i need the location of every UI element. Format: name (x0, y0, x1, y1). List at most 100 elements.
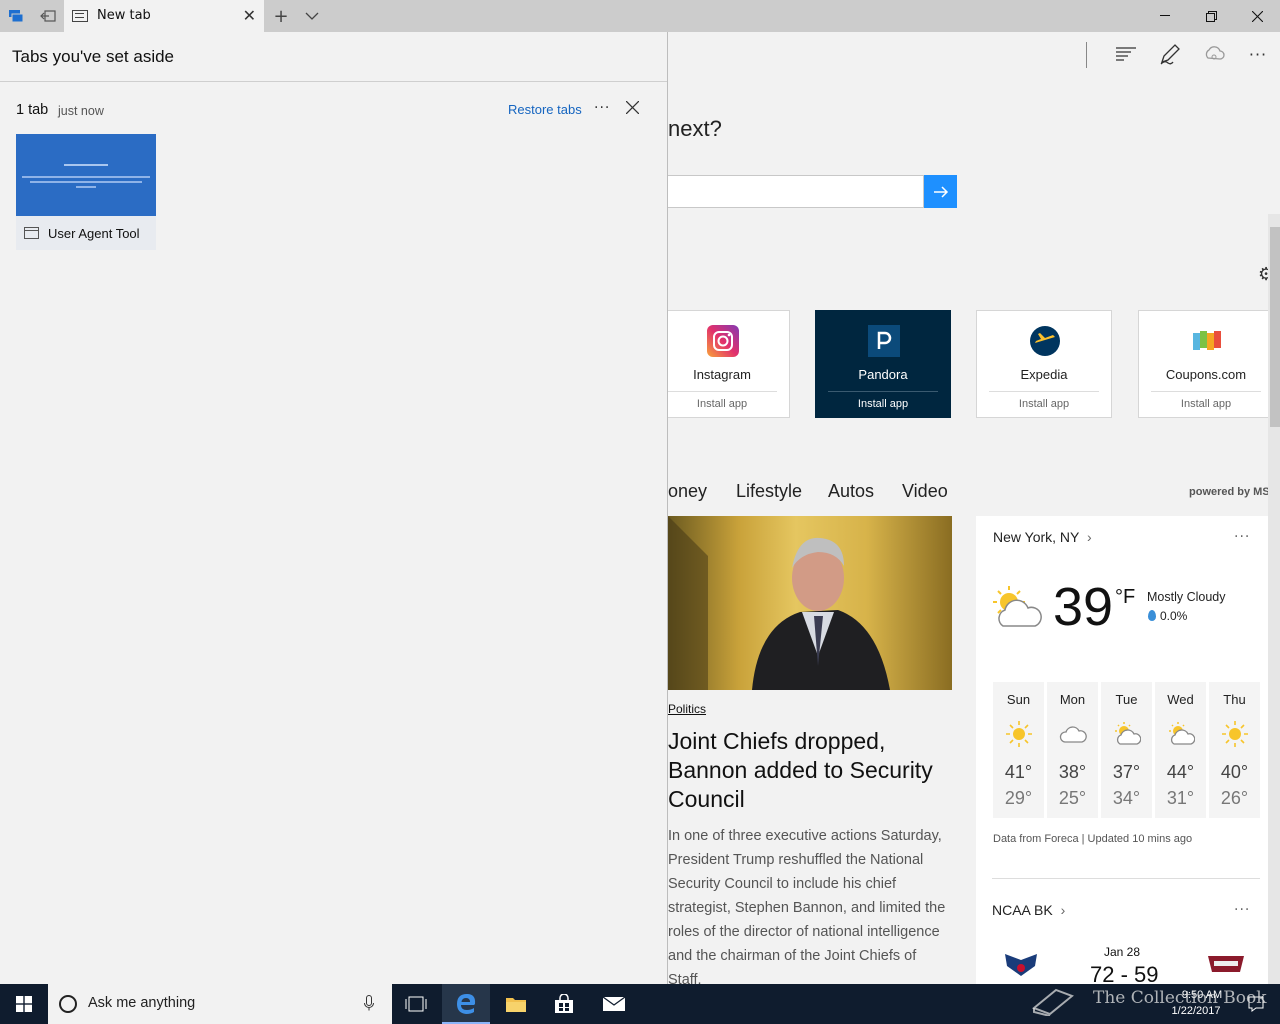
scrollbar-thumb[interactable] (1270, 227, 1280, 427)
more-button[interactable]: ··· (1246, 42, 1270, 66)
search-input[interactable] (668, 175, 924, 208)
weather-location[interactable]: New York, NY › (993, 529, 1092, 545)
powered-by-label: powered by MS (1189, 486, 1270, 498)
news-category-link[interactable]: Politics (668, 702, 706, 716)
install-app-link[interactable]: Install app (668, 398, 789, 410)
coupons-logo-icon (1193, 331, 1221, 350)
cortana-icon (59, 995, 77, 1013)
team-logo-opponent-icon (1208, 956, 1244, 972)
search-prompt: next? (668, 116, 722, 141)
app-tile-expedia[interactable]: Expedia Install app (976, 310, 1112, 418)
partly-cloudy-icon (1115, 722, 1141, 745)
hub-button[interactable] (1114, 42, 1138, 66)
restore-tabs-link[interactable]: Restore tabs (508, 102, 582, 117)
instagram-logo-icon (707, 325, 739, 357)
share-button[interactable] (1202, 42, 1226, 66)
set-tabs-aside-button[interactable] (32, 0, 64, 32)
newtab-page-icon (72, 10, 88, 22)
app-tile-instagram[interactable]: Instagram Install app (668, 310, 790, 418)
tile-divider (668, 391, 777, 392)
task-view-icon (405, 996, 427, 1012)
forecast-day-name: Mon (1059, 692, 1086, 707)
weather-precipitation: 0.0% (1160, 609, 1188, 623)
news-headline[interactable]: Joint Chiefs dropped, Bannon added to Se… (668, 727, 950, 814)
hub-icon (1116, 47, 1136, 61)
browser-toolbar: ··· (668, 32, 1280, 76)
tab-thumbnail-caption[interactable]: User Agent Tool (16, 216, 156, 250)
news-summary: In one of three executive actions Saturd… (668, 828, 946, 984)
forecast-day[interactable]: Tue 37° 34° (1101, 682, 1152, 818)
forecast-day[interactable]: Thu 40° 26° (1209, 682, 1260, 818)
app-name: Instagram (693, 367, 751, 382)
chevron-down-icon (305, 12, 319, 20)
close-icon[interactable] (625, 98, 640, 119)
cloudy-icon (1059, 726, 1087, 743)
microphone-icon[interactable] (364, 995, 374, 1015)
sports-title: NCAA BK (992, 902, 1053, 918)
news-image[interactable] (668, 516, 952, 690)
tabs-aside-button[interactable] (0, 0, 32, 32)
tab-group-count: 1 tab (16, 102, 49, 118)
tab-preview-button[interactable] (298, 0, 326, 32)
watermark-book-icon (1032, 988, 1074, 1016)
mail-button[interactable] (590, 984, 638, 1024)
nav-lifestyle[interactable]: Lifestyle (736, 481, 802, 502)
forecast-day-name: Thu (1223, 692, 1246, 707)
task-view-button[interactable] (392, 984, 440, 1024)
new-tab-page: ··· next? ⚙ Instagram Install app Pandor… (668, 32, 1280, 984)
page-icon (24, 227, 39, 239)
nav-autos[interactable]: Autos (828, 481, 874, 502)
search-submit-button[interactable] (924, 175, 957, 208)
start-button[interactable] (0, 984, 48, 1024)
edge-logo-icon (457, 994, 476, 1014)
file-explorer-button[interactable] (492, 984, 540, 1024)
tile-divider (828, 391, 938, 392)
close-window-button[interactable] (1234, 0, 1280, 32)
app-tile-coupons[interactable]: Coupons.com Install app (1138, 310, 1274, 418)
tile-divider (1151, 391, 1261, 392)
cortana-search-box[interactable]: Ask me anything (48, 984, 392, 1024)
restore-icon (1205, 10, 1217, 22)
store-button[interactable] (540, 984, 588, 1024)
nav-money[interactable]: oney (668, 481, 707, 502)
more-icon[interactable]: ··· (594, 100, 610, 116)
app-name: Expedia (1020, 367, 1068, 382)
minimize-button[interactable] (1142, 0, 1188, 32)
forecast-day-name: Wed (1167, 692, 1194, 707)
divider (0, 81, 667, 82)
web-note-button[interactable] (1158, 42, 1182, 66)
tab-new-tab[interactable]: New tab ✕ (64, 0, 264, 33)
forecast-day[interactable]: Mon 38° 25° (1047, 682, 1098, 818)
weather-source: Data from Foreca | Updated 10 mins ago (993, 833, 1193, 845)
edge-taskbar-button[interactable] (442, 984, 490, 1024)
forecast-day[interactable]: Wed 44° 31° (1155, 682, 1206, 818)
forecast-high: 41° (1004, 762, 1033, 782)
sports-more-icon[interactable]: ··· (1234, 902, 1250, 918)
install-app-link[interactable]: Install app (977, 398, 1111, 410)
new-tab-button[interactable]: + (268, 0, 294, 32)
team-logo-smc-icon (1005, 954, 1037, 976)
weather-location-name: New York, NY (993, 529, 1080, 545)
taskbar: Ask me anything 9:50 AM 1/22/2017 (0, 984, 1280, 1024)
install-app-link[interactable]: Install app (1139, 398, 1273, 410)
install-app-link[interactable]: Install app (816, 398, 950, 410)
sports-title-link[interactable]: NCAA BK › (992, 902, 1065, 918)
app-tile-pandora[interactable]: Pandora Install app (815, 310, 951, 418)
close-icon (1251, 10, 1263, 22)
forecast-high: 44° (1166, 762, 1195, 782)
tab-close-icon[interactable]: ✕ (243, 6, 256, 25)
tab-thumbnail-title: User Agent Tool (48, 226, 140, 241)
weather-temperature: 39 (1053, 577, 1114, 637)
weather-card: New York, NY › ··· 39 °F Mostly Cloudy 0… (976, 516, 1268, 984)
weather-more-icon[interactable]: ··· (1234, 529, 1250, 545)
forecast-day[interactable]: Sun 41° 29° (993, 682, 1044, 818)
news-photo (668, 516, 890, 690)
thumb-line (64, 164, 108, 166)
forecast-low: 31° (1166, 788, 1195, 808)
arrow-right-icon (933, 185, 948, 198)
restore-button[interactable] (1188, 0, 1234, 32)
tab-thumbnail[interactable] (16, 134, 156, 216)
nav-video[interactable]: Video (902, 481, 948, 502)
minimize-icon (1160, 15, 1170, 16)
weather-unit: °F (1115, 586, 1136, 608)
